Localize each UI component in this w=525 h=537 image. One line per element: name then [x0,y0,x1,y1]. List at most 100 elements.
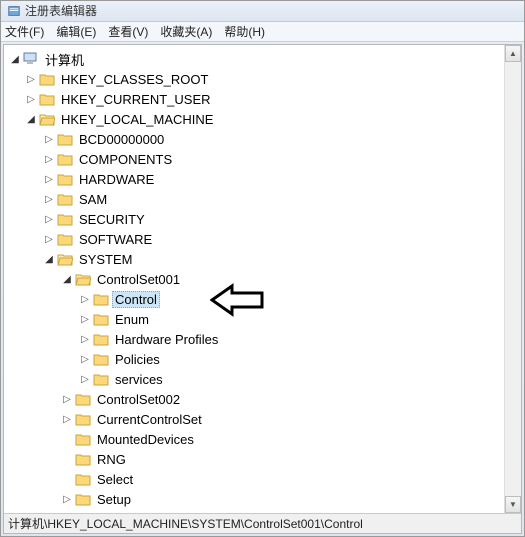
expand-toggle[interactable]: ▷ [42,152,56,166]
tree-root-computer[interactable]: ◢ 计算机 [6,49,519,69]
node-label: SAM [76,191,110,208]
folder-icon [75,492,91,506]
node-label: CurrentControlSet [94,411,205,428]
menu-file[interactable]: 文件(F) [5,23,44,40]
client-area: ◢ 计算机 ▷ HKEY_CLASSES_ROOT ▷ HKEY_CURRENT… [3,44,522,534]
expand-toggle[interactable]: ▷ [60,412,74,426]
folder-icon [39,72,55,86]
node-label: SOFTWARE [76,231,155,248]
tree-node-hkcr[interactable]: ▷ HKEY_CLASSES_ROOT [6,69,519,89]
node-label: COMPONENTS [76,151,175,168]
folder-icon [75,392,91,406]
tree-node-components[interactable]: ▷ COMPONENTS [6,149,519,169]
tree-node-software[interactable]: ▷ SOFTWARE [6,229,519,249]
folder-icon [93,292,109,306]
expand-toggle[interactable]: ◢ [60,272,74,286]
tree-node-bcd[interactable]: ▷ BCD00000000 [6,129,519,149]
folder-icon [93,352,109,366]
node-label: MountedDevices [94,431,197,448]
registry-editor-window: 注册表编辑器 文件(F) 编辑(E) 查看(V) 收藏夹(A) 帮助(H) ◢ … [0,0,525,537]
expand-toggle[interactable]: ▷ [78,292,92,306]
expand-toggle[interactable]: ▷ [42,172,56,186]
node-label: Select [94,471,136,488]
tree-node-select[interactable]: ▷ Select [6,469,519,489]
app-icon [7,4,21,18]
node-label: 计算机 [42,49,87,70]
expand-toggle[interactable]: ◢ [24,112,38,126]
folder-icon [57,172,73,186]
scroll-up-button[interactable]: ▲ [505,45,521,62]
statusbar: 计算机\HKEY_LOCAL_MACHINE\SYSTEM\ControlSet… [4,513,521,533]
folder-icon [57,212,73,226]
tree-node-hwprofiles[interactable]: ▷ Hardware Profiles [6,329,519,349]
node-label: BCD00000000 [76,131,167,148]
folder-icon [75,452,91,466]
tree-node-rng[interactable]: ▷ RNG [6,449,519,469]
tree-node-hardware[interactable]: ▷ HARDWARE [6,169,519,189]
tree-node-hkcu[interactable]: ▷ HKEY_CURRENT_USER [6,89,519,109]
expand-toggle[interactable]: ◢ [8,52,22,66]
tree-node-ccs[interactable]: ▷ CurrentControlSet [6,409,519,429]
node-label-selected: Control [112,291,160,308]
expand-toggle[interactable]: ▷ [42,192,56,206]
node-label: ControlSet001 [94,271,183,288]
node-label: services [112,371,166,388]
folder-icon [57,232,73,246]
tree-node-mounted[interactable]: ▷ MountedDevices [6,429,519,449]
expand-toggle[interactable]: ▷ [24,72,38,86]
node-label: Setup [94,491,134,508]
folder-icon [93,312,109,326]
expand-toggle[interactable]: ▷ [60,392,74,406]
expand-toggle[interactable]: ◢ [42,252,56,266]
folder-icon [39,92,55,106]
node-label: Policies [112,351,163,368]
menu-view[interactable]: 查看(V) [108,23,148,40]
tree-node-control[interactable]: ▷ Control [6,289,519,309]
tree-node-sam[interactable]: ▷ SAM [6,189,519,209]
computer-icon [23,52,39,66]
tree-node-services[interactable]: ▷ services [6,369,519,389]
menu-favorites[interactable]: 收藏夹(A) [160,23,212,40]
menu-help[interactable]: 帮助(H) [224,23,265,40]
tree-node-security[interactable]: ▷ SECURITY [6,209,519,229]
node-label: RNG [94,451,129,468]
node-label: SYSTEM [76,251,135,268]
tree-node-system[interactable]: ◢ SYSTEM [6,249,519,269]
tree-node-enum[interactable]: ▷ Enum [6,309,519,329]
node-label: Hardware Profiles [112,331,221,348]
registry-tree[interactable]: ◢ 计算机 ▷ HKEY_CLASSES_ROOT ▷ HKEY_CURRENT… [4,45,521,513]
expand-toggle[interactable]: ▷ [78,372,92,386]
titlebar: 注册表编辑器 [1,1,524,22]
node-label: HARDWARE [76,171,157,188]
folder-icon [93,332,109,346]
expand-toggle[interactable]: ▷ [78,352,92,366]
vertical-scrollbar[interactable]: ▲ ▼ [504,45,521,513]
scroll-down-button[interactable]: ▼ [505,496,521,513]
menu-edit[interactable]: 编辑(E) [56,23,96,40]
menubar: 文件(F) 编辑(E) 查看(V) 收藏夹(A) 帮助(H) [1,22,524,43]
folder-icon [57,132,73,146]
expand-toggle[interactable]: ▷ [78,332,92,346]
window-title: 注册表编辑器 [25,2,97,19]
node-label: HKEY_CLASSES_ROOT [58,71,211,88]
folder-open-icon [57,252,73,266]
expand-toggle[interactable]: ▷ [42,212,56,226]
node-label: ControlSet002 [94,391,183,408]
expand-toggle[interactable]: ▷ [24,92,38,106]
folder-icon [75,472,91,486]
node-label: Enum [112,311,152,328]
node-label: SECURITY [76,211,148,228]
folder-open-icon [39,112,55,126]
tree-node-setup[interactable]: ▷ Setup [6,489,519,509]
status-path: 计算机\HKEY_LOCAL_MACHINE\SYSTEM\ControlSet… [8,515,363,532]
tree-node-hklm[interactable]: ◢ HKEY_LOCAL_MACHINE [6,109,519,129]
tree-node-cs002[interactable]: ▷ ControlSet002 [6,389,519,409]
folder-icon [57,152,73,166]
expand-toggle[interactable]: ▷ [42,132,56,146]
folder-icon [75,412,91,426]
expand-toggle[interactable]: ▷ [78,312,92,326]
expand-toggle[interactable]: ▷ [60,492,74,506]
tree-node-policies[interactable]: ▷ Policies [6,349,519,369]
expand-toggle[interactable]: ▷ [42,232,56,246]
tree-node-cs001[interactable]: ◢ ControlSet001 [6,269,519,289]
